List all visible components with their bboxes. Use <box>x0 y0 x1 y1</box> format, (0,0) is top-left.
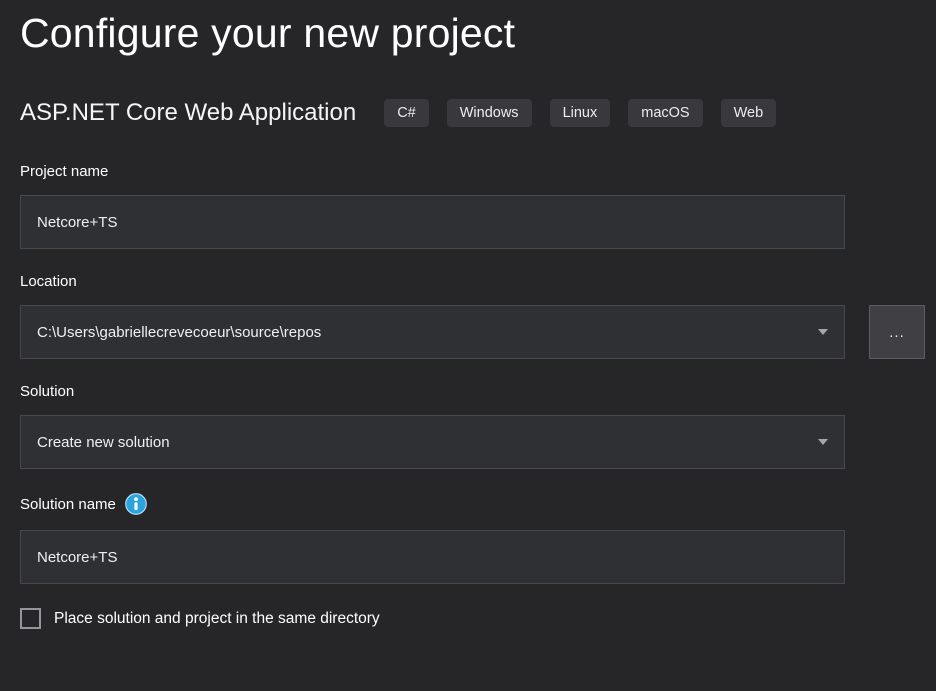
same-directory-label[interactable]: Place solution and project in the same d… <box>54 610 380 628</box>
solution-selected-value: Create new solution <box>37 434 170 451</box>
browse-location-button[interactable]: ... <box>869 305 925 359</box>
location-value: C:\Users\gabriellecrevecoeur\source\repo… <box>37 324 321 341</box>
tag-linux: Linux <box>550 99 611 127</box>
location-label: Location <box>20 273 936 290</box>
project-name-input[interactable] <box>20 195 845 249</box>
tag-web: Web <box>721 99 777 127</box>
configure-project-dialog: Configure your new project ASP.NET Core … <box>0 10 936 629</box>
page-title: Configure your new project <box>20 10 936 57</box>
location-combobox[interactable]: C:\Users\gabriellecrevecoeur\source\repo… <box>20 305 845 359</box>
solution-label: Solution <box>20 383 936 400</box>
solution-combobox[interactable]: Create new solution <box>20 415 845 469</box>
same-directory-checkbox[interactable] <box>20 608 41 629</box>
tag-csharp: C# <box>384 99 429 127</box>
template-name: ASP.NET Core Web Application <box>20 99 356 127</box>
chevron-down-icon[interactable] <box>818 329 828 335</box>
template-info-row: ASP.NET Core Web Application C# Windows … <box>20 99 936 127</box>
info-icon[interactable] <box>125 493 147 515</box>
same-directory-row: Place solution and project in the same d… <box>20 608 936 629</box>
chevron-down-icon[interactable] <box>818 439 828 445</box>
solution-name-input[interactable] <box>20 530 845 584</box>
tag-macos: macOS <box>628 99 702 127</box>
project-name-label: Project name <box>20 163 936 180</box>
location-row: C:\Users\gabriellecrevecoeur\source\repo… <box>20 290 936 359</box>
solution-name-label-row: Solution name <box>20 493 936 515</box>
tag-windows: Windows <box>447 99 532 127</box>
solution-name-label: Solution name <box>20 496 116 513</box>
